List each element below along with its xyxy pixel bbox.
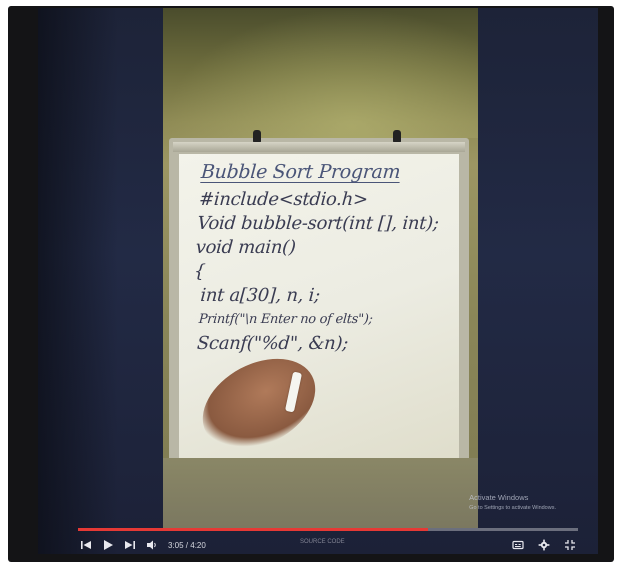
- presenter-hand: [187, 340, 331, 468]
- time-display: 3:05 / 4:20: [168, 540, 206, 550]
- activate-windows-watermark: Activate Windows Go to Settings to activ…: [469, 492, 556, 514]
- watermark-title: Activate Windows: [469, 493, 529, 502]
- player-controls: 3:05 / 4:20 SOURCE CODE: [78, 528, 588, 554]
- captions-icon[interactable]: [510, 537, 526, 553]
- board-title: Bubble Sort Program: [200, 161, 402, 183]
- volume-icon[interactable]: [144, 537, 160, 553]
- board-line: Printf("\n Enter no of elts");: [198, 312, 374, 327]
- board-rail: [173, 142, 465, 152]
- board-line: void main(): [195, 237, 297, 258]
- video-title: SOURCE CODE: [300, 539, 345, 545]
- play-icon[interactable]: [100, 537, 116, 553]
- monitor-frame: Bubble Sort Program #include<stdio.h> Vo…: [8, 6, 614, 562]
- floor: [163, 458, 478, 528]
- progress-bar[interactable]: [78, 528, 578, 531]
- progress-fill: [78, 528, 428, 531]
- settings-icon[interactable]: [536, 537, 552, 553]
- board-line: Void bubble-sort(int [], int);: [196, 213, 440, 234]
- right-controls: [510, 537, 578, 553]
- watermark-subtitle: Go to Settings to activate Windows.: [469, 505, 556, 511]
- control-row: 3:05 / 4:20 SOURCE CODE: [78, 537, 578, 553]
- wall: [163, 8, 478, 138]
- board-line: int a[30], n, i;: [199, 285, 321, 306]
- screen: Bubble Sort Program #include<stdio.h> Vo…: [38, 8, 598, 554]
- board-line: Scanf("%d", &n);: [196, 333, 349, 354]
- skip-next-icon[interactable]: [122, 537, 138, 553]
- board-line: #include<stdio.h>: [198, 189, 369, 210]
- board-handwriting: Bubble Sort Program #include<stdio.h> Vo…: [188, 160, 462, 356]
- board-line: {: [193, 261, 206, 282]
- skip-previous-icon[interactable]: [78, 537, 94, 553]
- whiteboard-frame: Bubble Sort Program #include<stdio.h> Vo…: [169, 130, 469, 478]
- video-frame[interactable]: Bubble Sort Program #include<stdio.h> Vo…: [163, 8, 478, 528]
- whiteboard: Bubble Sort Program #include<stdio.h> Vo…: [179, 154, 459, 478]
- exit-fullscreen-icon[interactable]: [562, 537, 578, 553]
